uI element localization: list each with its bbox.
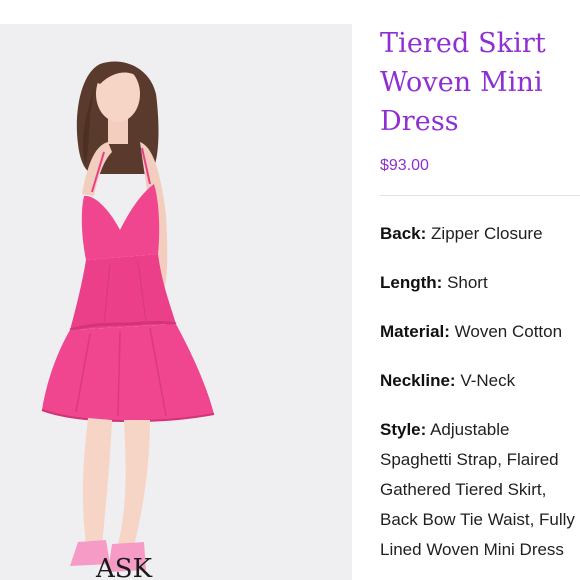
photo-logo-text: ASK xyxy=(95,554,153,580)
spec-style: Style: Adjustable Spaghetti Strap, Flair… xyxy=(380,415,580,565)
title-line-1: Tiered Skirt xyxy=(380,28,546,59)
spec-length-value: Short xyxy=(447,273,488,292)
spec-length: Length: Short xyxy=(380,272,580,294)
product-image[interactable]: ASK xyxy=(0,24,352,580)
spec-neckline-label: Neckline: xyxy=(380,371,456,390)
title-line-3: Dress xyxy=(380,106,459,137)
spec-material: Material: Woven Cotton xyxy=(380,321,580,343)
spec-material-label: Material: xyxy=(380,322,450,341)
divider xyxy=(380,195,580,196)
spec-style-label: Style: xyxy=(380,420,427,439)
spec-back-label: Back: xyxy=(380,224,427,243)
product-info-panel: Tiered Skirt Woven Mini Dress $93.00 Bac… xyxy=(380,24,580,580)
spec-back-value: Zipper Closure xyxy=(431,224,543,243)
product-specs: Back: Zipper Closure Length: Short Mater… xyxy=(380,223,580,565)
spec-length-label: Length: xyxy=(380,273,443,292)
title-line-2: Woven Mini xyxy=(380,67,543,98)
product-price: $93.00 xyxy=(380,157,429,174)
spec-style-value: Adjustable Spaghetti Strap, Flaired Gath… xyxy=(380,420,575,559)
product-photo-illustration: ASK xyxy=(0,24,352,580)
spec-material-value: Woven Cotton xyxy=(454,322,563,341)
spec-neckline-value: V-Neck xyxy=(460,371,516,390)
spec-neckline: Neckline: V-Neck xyxy=(380,370,580,392)
spec-back: Back: Zipper Closure xyxy=(380,223,580,245)
product-title: Tiered Skirt Woven Mini Dress xyxy=(380,24,580,141)
